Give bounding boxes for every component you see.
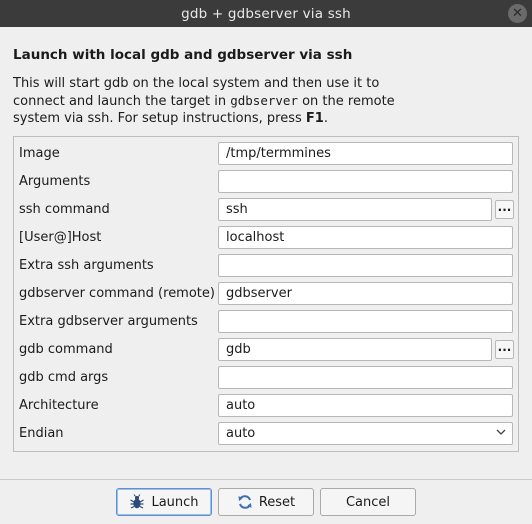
row-extra-ssh-arguments: Extra ssh arguments	[14, 252, 518, 280]
ssh-command-input[interactable]: ssh	[218, 198, 492, 221]
reset-button-label: Reset	[258, 494, 296, 510]
host-input[interactable]: localhost	[218, 226, 513, 249]
launcher-dialog: Launch with local gdb and gdbserver via …	[0, 27, 532, 524]
description-code: gdbserver	[230, 93, 298, 108]
row-gdb-cmd-args: gdb cmd args	[14, 364, 518, 392]
extra-gdbserver-arguments-label: Extra gdbserver arguments	[19, 314, 198, 329]
row-gdbserver-command: gdbserver command (remote) gdbserver	[14, 280, 518, 308]
row-ssh-command: ssh command ssh ...	[14, 196, 518, 224]
cancel-button[interactable]: Cancel	[320, 488, 416, 516]
bug-icon	[130, 494, 145, 509]
chevron-down-icon	[496, 429, 506, 435]
description-key: F1	[305, 111, 324, 126]
row-arguments: Arguments	[14, 168, 518, 196]
ssh-command-browse-button[interactable]: ...	[495, 200, 514, 219]
gdbserver-command-input[interactable]: gdbserver	[218, 282, 513, 305]
launch-button[interactable]: Launch	[116, 488, 212, 516]
reset-button[interactable]: Reset	[218, 488, 314, 516]
ssh-command-label: ssh command	[19, 202, 110, 217]
arguments-label: Arguments	[19, 174, 91, 189]
row-gdb-command: gdb command gdb ...	[14, 336, 518, 364]
endian-selected-value: auto	[226, 426, 256, 441]
extra-gdbserver-arguments-input[interactable]	[218, 310, 513, 333]
window-titlebar: gdb + gdbserver via ssh ✕	[0, 0, 532, 27]
row-image: Image /tmp/termmines	[14, 140, 518, 168]
gdb-command-input[interactable]: gdb	[218, 338, 492, 361]
description-text-3: .	[323, 111, 328, 126]
row-host: [User@]Host localhost	[14, 224, 518, 252]
row-architecture: Architecture auto	[14, 392, 518, 420]
gdb-command-browse-button[interactable]: ...	[495, 340, 514, 359]
launch-button-label: Launch	[151, 494, 199, 510]
gdb-command-label: gdb command	[19, 342, 113, 357]
refresh-icon	[238, 495, 252, 509]
image-input[interactable]: /tmp/termmines	[218, 142, 513, 165]
extra-ssh-arguments-label: Extra ssh arguments	[19, 258, 154, 273]
cancel-button-label: Cancel	[345, 494, 391, 510]
row-endian: Endian auto	[14, 420, 518, 448]
button-bar-divider	[0, 479, 532, 480]
dialog-description: This will start gdb on the local system …	[13, 75, 413, 127]
architecture-label: Architecture	[19, 398, 99, 413]
image-label: Image	[19, 146, 60, 161]
launch-options-form: Image /tmp/termmines Arguments ssh comma…	[13, 136, 519, 452]
arguments-input[interactable]	[218, 170, 513, 193]
endian-label: Endian	[19, 426, 64, 441]
architecture-input[interactable]: auto	[218, 394, 513, 417]
gdbserver-command-label: gdbserver command (remote)	[19, 286, 215, 301]
extra-ssh-arguments-input[interactable]	[218, 254, 513, 277]
endian-select[interactable]: auto	[218, 422, 513, 445]
gdb-cmd-args-input[interactable]	[218, 366, 513, 389]
dialog-header: Launch with local gdb and gdbserver via …	[13, 47, 353, 63]
close-icon[interactable]: ✕	[508, 4, 527, 23]
row-extra-gdbserver-arguments: Extra gdbserver arguments	[14, 308, 518, 336]
gdb-cmd-args-label: gdb cmd args	[19, 370, 109, 385]
host-label: [User@]Host	[19, 230, 102, 245]
window-title: gdb + gdbserver via ssh	[181, 5, 351, 22]
